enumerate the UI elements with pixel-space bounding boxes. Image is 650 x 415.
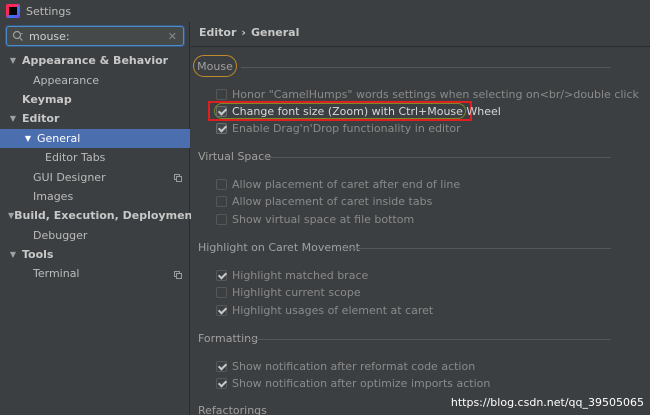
settings-tree: ▼ Appearance & Behavior Appearance Keymap ▼ E… xyxy=(0,51,198,284)
section-title-mouse: Mouse xyxy=(193,55,237,77)
option-label: Allow placement of caret inside tabs xyxy=(232,194,433,208)
option-notify-imports[interactable]: Show notification after optimize imports… xyxy=(216,375,490,391)
section-divider xyxy=(249,339,611,340)
section-title-virtual-space: Virtual Space xyxy=(198,150,271,163)
clear-search-icon[interactable]: ✕ xyxy=(168,30,177,43)
tree-item-editor[interactable]: ▼ Editor xyxy=(0,109,190,128)
tree-item-label: Terminal xyxy=(33,267,80,281)
option-label: Change font size (Zoom) with Ctrl+Mouse … xyxy=(232,104,501,118)
checkbox-camelhumps[interactable] xyxy=(216,88,227,100)
tree-item-label: Images xyxy=(33,189,74,203)
option-label: Allow placement of caret after end of li… xyxy=(232,177,461,191)
tree-item-appearance[interactable]: Appearance xyxy=(0,70,190,89)
breadcrumb-editor[interactable]: Editor xyxy=(199,26,236,39)
tree-item-label: Debugger xyxy=(33,228,88,242)
checkbox-notify-reformat[interactable] xyxy=(216,360,227,372)
expand-arrow-icon[interactable]: ▼ xyxy=(8,250,18,259)
option-label: Show notification after optimize imports… xyxy=(232,376,491,390)
option-zoom-font[interactable]: Change font size (Zoom) with Ctrl+Mouse … xyxy=(216,103,501,119)
checkbox-caret-end-line[interactable] xyxy=(216,178,227,190)
section-title-caret-movement: Highlight on Caret Movement xyxy=(198,241,360,254)
tree-item-label: GUI Designer xyxy=(33,170,106,184)
tree-item-label: Appearance & Behavior xyxy=(22,54,169,68)
tree-item-label: Build, Execution, Deployment xyxy=(14,209,198,223)
tree-item-terminal[interactable]: Terminal xyxy=(0,264,190,283)
section-title-refactorings: Refactorings xyxy=(198,404,267,415)
option-matched-brace[interactable]: Highlight matched brace xyxy=(216,267,368,283)
tree-item-build-execution-deployment[interactable]: ▼ Build, Execution, Deployment xyxy=(0,206,198,225)
option-virtual-space-bottom[interactable]: Show virtual space at file bottom xyxy=(216,211,414,227)
search-box[interactable]: ✕ xyxy=(6,26,184,46)
option-label: Enable Drag'n'Drop functionality in edit… xyxy=(232,121,461,135)
option-camelhumps[interactable]: Honor "CamelHumps" words settings when s… xyxy=(216,86,639,102)
option-label: Honor "CamelHumps" words settings when s… xyxy=(232,87,639,101)
settings-sidebar: ✕ ▼ Appearance & Behavior Appearance Keymap… xyxy=(0,22,198,415)
tree-item-gui-designer[interactable]: GUI Designer xyxy=(0,167,190,186)
tree-item-editor-tabs[interactable]: Editor Tabs xyxy=(0,148,190,167)
tree-item-label: Editor Tabs xyxy=(45,151,106,165)
option-label: Show notification after reformat code ac… xyxy=(232,359,476,373)
option-caret-tabs[interactable]: Allow placement of caret inside tabs xyxy=(216,193,432,209)
section-divider xyxy=(241,67,611,68)
title-bar: Settings xyxy=(0,0,650,22)
tree-item-tools[interactable]: ▼ Tools xyxy=(0,245,190,264)
checkbox-notify-imports[interactable] xyxy=(216,377,227,389)
tree-item-images[interactable]: Images xyxy=(0,187,190,206)
search-input[interactable] xyxy=(29,29,159,43)
expand-arrow-icon[interactable]: ▼ xyxy=(8,56,18,65)
option-label: Highlight usages of element at caret xyxy=(232,303,434,317)
header-divider xyxy=(191,46,650,47)
tree-item-label: Keymap xyxy=(22,92,72,106)
window-title: Settings xyxy=(26,4,72,18)
search-icon xyxy=(11,29,25,43)
checkbox-virtual-space-bottom[interactable] xyxy=(216,213,227,225)
breadcrumb-general: General xyxy=(250,26,300,39)
option-current-scope[interactable]: Highlight current scope xyxy=(216,284,361,300)
project-settings-icon xyxy=(174,269,182,280)
checkbox-drag-drop[interactable] xyxy=(216,122,227,134)
tree-item-general[interactable]: ▼ General xyxy=(0,128,190,148)
section-divider xyxy=(263,157,611,158)
tree-item-label: Editor xyxy=(22,112,60,126)
checkbox-current-scope[interactable] xyxy=(216,286,227,298)
option-caret-end-line[interactable]: Allow placement of caret after end of li… xyxy=(216,176,460,192)
tree-item-label: General xyxy=(37,131,81,145)
checkbox-zoom-font[interactable] xyxy=(216,105,227,117)
app-logo-icon xyxy=(6,4,20,18)
breadcrumb-separator: › xyxy=(241,26,246,39)
tree-item-label: Tools xyxy=(22,248,54,262)
option-drag-drop[interactable]: Enable Drag'n'Drop functionality in edit… xyxy=(216,120,461,136)
watermark: https://blog.csdn.net/qq_39505065 xyxy=(450,396,644,409)
option-label: Highlight matched brace xyxy=(232,268,369,282)
tree-item-label: Appearance xyxy=(33,73,100,87)
option-notify-reformat[interactable]: Show notification after reformat code ac… xyxy=(216,358,475,374)
settings-content: Editor › General Mouse Honor "CamelHumps" … xyxy=(191,22,650,415)
tree-item-debugger[interactable]: Debugger xyxy=(0,226,190,245)
breadcrumb: Editor › General xyxy=(199,26,299,39)
project-settings-icon xyxy=(174,172,182,183)
option-label: Highlight current scope xyxy=(232,285,361,299)
option-label: Show virtual space at file bottom xyxy=(232,212,415,226)
tree-item-keymap[interactable]: Keymap xyxy=(0,90,190,109)
tree-item-appearance-behavior[interactable]: ▼ Appearance & Behavior xyxy=(0,51,190,70)
checkbox-usages-caret[interactable] xyxy=(216,304,227,316)
checkbox-caret-tabs[interactable] xyxy=(216,195,227,207)
option-usages-caret[interactable]: Highlight usages of element at caret xyxy=(216,302,433,318)
expand-arrow-icon[interactable]: ▼ xyxy=(23,134,33,143)
section-divider xyxy=(341,248,611,249)
checkbox-matched-brace[interactable] xyxy=(216,269,227,281)
expand-arrow-icon[interactable]: ▼ xyxy=(8,114,18,123)
